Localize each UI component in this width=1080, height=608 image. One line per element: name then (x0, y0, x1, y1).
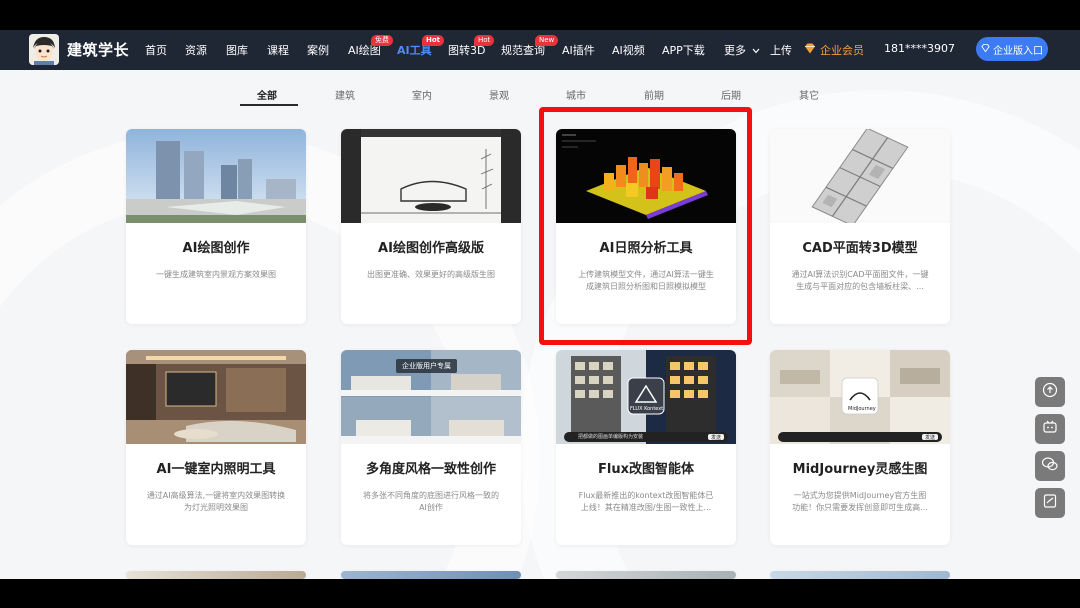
bilibili-icon (1042, 419, 1058, 439)
tool-card-partial[interactable] (126, 571, 306, 579)
nav-image-to-3d[interactable]: 图转3D Hot (448, 35, 495, 58)
tab-post[interactable]: 后期 (721, 87, 741, 102)
card-title: AI一键室内照明工具 (156, 462, 276, 477)
card-thumbnail (556, 129, 736, 223)
tool-card[interactable]: AI日照分析工具 上传建筑模型文件，通过AI算法一键生成建筑日照分析图和日照模拟… (556, 129, 736, 324)
enterprise-entry-label: 企业版入口 (993, 45, 1043, 57)
card-thumbnail (770, 571, 950, 579)
tool-card[interactable]: AI绘图创作 一键生成建筑室内景观方案效果图 (126, 129, 306, 324)
nav-app-download[interactable]: APP下载 (662, 42, 705, 58)
card-thumbnail (341, 129, 521, 223)
tab-preliminary[interactable]: 前期 (644, 87, 664, 102)
tab-other[interactable]: 其它 (799, 87, 819, 102)
hot-badge: Hot (474, 35, 495, 46)
nav-home[interactable]: 首页 (145, 42, 167, 58)
midjourney-send-button: 发送 (925, 434, 936, 441)
brand-name[interactable]: 建筑学长 (67, 39, 129, 60)
card-thumbnail (126, 350, 306, 444)
card-thumbnail (556, 571, 736, 579)
tool-card-partial[interactable] (770, 571, 950, 579)
tab-landscape[interactable]: 景观 (489, 87, 509, 102)
nav-more[interactable]: 更多 (724, 42, 760, 58)
nav-cases[interactable]: 案例 (307, 42, 329, 58)
diamond-icon (981, 43, 990, 55)
flux-prompt-text: 把都做的图画单编版构为安装 (578, 434, 644, 440)
nav-ai-plugin[interactable]: AI插件 (562, 42, 595, 58)
nav-resources[interactable]: 资源 (185, 42, 207, 58)
card-thumbnail (126, 571, 306, 579)
card-thumbnail: FLUX Kontext 把都做的图画单编版构为安装 发送 (556, 350, 736, 444)
feedback-icon (1042, 493, 1058, 513)
feedback-button[interactable] (1035, 488, 1065, 518)
chevron-down-icon (752, 44, 760, 57)
card-title: Flux改图智能体 (598, 462, 694, 477)
active-tab-underline (240, 104, 298, 106)
wechat-icon (1041, 456, 1059, 476)
card-description: Flux最新推出的kontext改图智能体已上线！其在精准改图/生图一致性上..… (578, 491, 714, 512)
vip-member[interactable]: 企业会员 (804, 42, 864, 58)
hot-badge: Hot (422, 35, 445, 46)
card-title: CAD平面转3D模型 (802, 241, 918, 256)
card-description: 通过AI高级算法,一键将室内效果图转换为灯光照明效果图 (146, 491, 286, 512)
flux-send-button: 发送 (711, 434, 722, 441)
card-thumbnail: 企业版用户专属 (341, 350, 521, 444)
nav-ai-tools[interactable]: AI工具 Hot (397, 35, 445, 58)
diamond-icon (804, 43, 816, 57)
midjourney-logo-label: MidJourney (848, 406, 876, 412)
tab-interior[interactable]: 室内 (412, 87, 432, 102)
tab-city[interactable]: 城市 (566, 87, 586, 102)
user-phone[interactable]: 181****3907 (884, 42, 955, 55)
content-area: 全部 建筑 室内 景观 城市 前期 后期 其它 AI绘图创作 一键生成建筑室内景… (0, 70, 1080, 579)
tool-card[interactable]: AI绘图创作高级版 出图更准确、效果更好的高级版生图 (341, 129, 521, 324)
letterbox-top (0, 0, 1080, 30)
card-title: AI日照分析工具 (599, 241, 693, 256)
bilibili-button[interactable] (1035, 414, 1065, 444)
card-title: 多角度风格一致性创作 (365, 462, 496, 477)
card-thumbnail (770, 129, 950, 223)
tool-card[interactable]: MidJourney 发送 MidJourney灵感生图 一站式为您提供MidJ… (770, 350, 950, 545)
flux-logo-label: FLUX Kontext (630, 406, 664, 412)
logo-avatar[interactable] (29, 34, 59, 65)
nav-ai-video[interactable]: AI视频 (612, 42, 645, 58)
nav-courses[interactable]: 课程 (267, 42, 289, 58)
nav-more-label: 更多 (724, 44, 746, 57)
enterprise-entry-button[interactable]: 企业版入口 (976, 37, 1048, 61)
card-description: 一站式为您提供MidJourney官方生图功能！你只需要发挥创意即可生成高... (792, 491, 928, 512)
tool-card[interactable]: CAD平面转3D模型 通过AI算法识别CAD平面图文件，一键生成与平面对应的包含… (770, 129, 950, 324)
card-thumbnail (341, 571, 521, 579)
tool-card-partial[interactable] (556, 571, 736, 579)
tool-card[interactable]: FLUX Kontext 把都做的图画单编版构为安装 发送 Flux改图智能体 … (556, 350, 736, 545)
card-title: MidJourney灵感生图 (792, 462, 928, 477)
free-badge: 免费 (371, 35, 393, 46)
nav-code-search[interactable]: 规范查询 New (501, 35, 559, 58)
vip-label: 企业会员 (820, 44, 864, 57)
card-description: 上传建筑模型文件，通过AI算法一键生成建筑日照分析图和日照模拟模型 (578, 270, 714, 291)
nav-gallery[interactable]: 图库 (226, 42, 248, 58)
card-title: AI绘图创作 (182, 241, 250, 256)
tab-architecture[interactable]: 建筑 (335, 87, 355, 102)
tool-card[interactable]: 企业版用户专属 多角度风格一致性创作 将多张不同角度的底图进行风格一致的AI创作 (341, 350, 521, 545)
card-description: 通过AI算法识别CAD平面图文件，一键生成与平面对应的包含墙板柱梁、... (791, 270, 929, 291)
card-description: 出图更准确、效果更好的高级版生图 (367, 270, 495, 279)
top-navbar: 建筑学长 首页 资源 图库 课程 案例 AI绘图 免费 AI工具 Hot 图转3… (0, 30, 1080, 70)
letterbox-bottom (0, 579, 1080, 608)
upload-icon (1042, 382, 1058, 402)
category-tabs: 全部 建筑 室内 景观 城市 前期 后期 其它 (0, 87, 1080, 111)
card-thumbnail (126, 129, 306, 223)
nav-ai-drawing[interactable]: AI绘图 免费 (348, 35, 393, 58)
back-to-top-button[interactable] (1035, 377, 1065, 407)
card-title: AI绘图创作高级版 (378, 241, 484, 256)
card-description: 一键生成建筑室内景观方案效果图 (156, 270, 276, 279)
tab-all[interactable]: 全部 (257, 87, 277, 102)
tool-card[interactable]: AI一键室内照明工具 通过AI高级算法,一键将室内效果图转换为灯光照明效果图 (126, 350, 306, 545)
card-thumbnail: MidJourney 发送 (770, 350, 950, 444)
new-badge: New (535, 35, 559, 46)
wechat-button[interactable] (1035, 451, 1065, 481)
nav-upload[interactable]: 上传 (770, 42, 792, 58)
enterprise-only-tag: 企业版用户专属 (396, 359, 457, 373)
card-description: 将多张不同角度的底图进行风格一致的AI创作 (363, 491, 499, 512)
tool-card-partial[interactable] (341, 571, 521, 579)
